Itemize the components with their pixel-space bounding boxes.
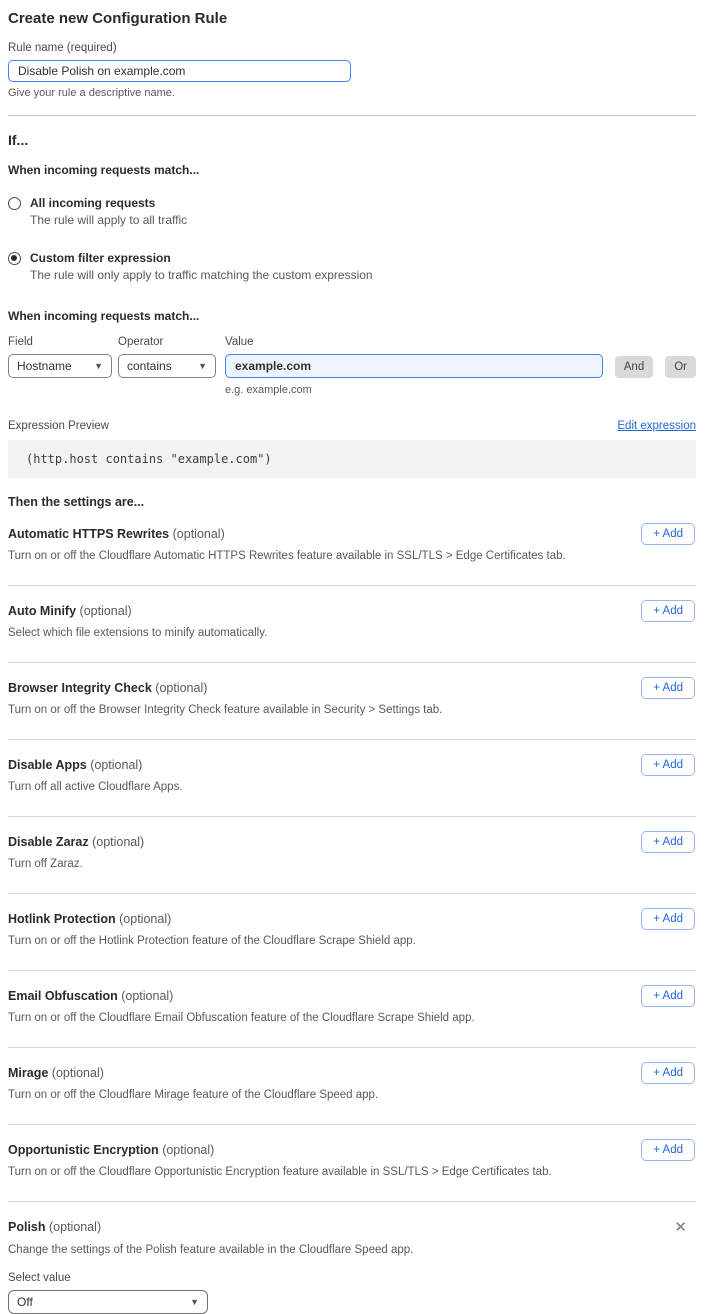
rule-name-label: Rule name (required)	[8, 42, 696, 54]
setting-section-email-obfuscation: Email Obfuscation (optional) Turn on or …	[8, 971, 696, 1048]
setting-name: Disable Zaraz	[8, 835, 89, 849]
setting-description: Select which file extensions to minify a…	[8, 627, 608, 639]
field-select-value: Hostname	[17, 359, 72, 373]
setting-description: Turn on or off the Browser Integrity Che…	[8, 704, 608, 716]
setting-section-disable-apps: Disable Apps (optional) Turn off all act…	[8, 740, 696, 817]
setting-optional-tag: (optional)	[155, 681, 207, 695]
setting-section-automatic-https-rewrites: Automatic HTTPS Rewrites (optional) Turn…	[8, 509, 696, 586]
setting-description: Turn on or off the Cloudflare Opportunis…	[8, 1166, 608, 1178]
value-label: Value	[225, 336, 603, 348]
field-label: Field	[8, 336, 112, 348]
settings-list: Automatic HTTPS Rewrites (optional) Turn…	[8, 509, 696, 1202]
setting-description: Turn on or off the Cloudflare Mirage fea…	[8, 1089, 608, 1101]
if-heading: If...	[8, 132, 696, 148]
setting-description: Turn off Zaraz.	[8, 858, 608, 870]
radio-button-icon-selected[interactable]	[8, 252, 21, 265]
add-setting-button[interactable]: + Add	[641, 600, 695, 622]
radio-label: Custom filter expression	[30, 251, 373, 265]
setting-name: Mirage	[8, 1066, 48, 1080]
radio-custom-filter-expression[interactable]: Custom filter expression The rule will o…	[8, 251, 696, 282]
operator-select-value: contains	[127, 359, 172, 373]
setting-name: Email Obfuscation	[8, 989, 118, 1003]
setting-optional-tag: (optional)	[90, 758, 142, 772]
then-settings-heading: Then the settings are...	[8, 495, 696, 509]
setting-description: Change the settings of the Polish featur…	[8, 1244, 608, 1256]
setting-section-mirage: Mirage (optional) Turn on or off the Clo…	[8, 1048, 696, 1125]
expression-preview-code: (http.host contains "example.com")	[8, 440, 696, 478]
rule-name-helper: Give your rule a descriptive name.	[8, 87, 696, 99]
setting-optional-tag: (optional)	[121, 989, 173, 1003]
setting-section-browser-integrity-check: Browser Integrity Check (optional) Turn …	[8, 663, 696, 740]
radio-label: All incoming requests	[30, 196, 187, 210]
edit-expression-link[interactable]: Edit expression	[617, 420, 696, 432]
caret-down-icon: ▼	[198, 362, 207, 371]
caret-down-icon: ▼	[94, 362, 103, 371]
setting-description: Turn on or off the Cloudflare Email Obfu…	[8, 1012, 608, 1024]
add-setting-button[interactable]: + Add	[641, 754, 695, 776]
caret-down-icon: ▼	[190, 1298, 199, 1307]
page-title: Create new Configuration Rule	[8, 10, 696, 27]
setting-name: Auto Minify	[8, 604, 76, 618]
setting-name: Hotlink Protection	[8, 912, 116, 926]
setting-optional-tag: (optional)	[52, 1066, 104, 1080]
expression-preview-label: Expression Preview	[8, 420, 109, 432]
setting-name: Opportunistic Encryption	[8, 1143, 159, 1157]
and-button[interactable]: And	[615, 356, 653, 378]
radio-all-incoming-requests[interactable]: All incoming requests The rule will appl…	[8, 196, 696, 227]
rule-name-input[interactable]	[8, 60, 351, 82]
setting-name: Polish	[8, 1220, 46, 1234]
setting-description: Turn off all active Cloudflare Apps.	[8, 781, 608, 793]
setting-optional-tag: (optional)	[92, 835, 144, 849]
add-setting-button[interactable]: + Add	[641, 831, 695, 853]
operator-select[interactable]: contains ▼	[118, 354, 216, 378]
add-setting-button[interactable]: + Add	[641, 677, 695, 699]
field-select[interactable]: Hostname ▼	[8, 354, 112, 378]
add-setting-button[interactable]: + Add	[641, 1139, 695, 1161]
setting-name: Automatic HTTPS Rewrites	[8, 527, 169, 541]
setting-optional-tag: (optional)	[162, 1143, 214, 1157]
create-configuration-rule-form: Create new Configuration Rule Rule name …	[0, 0, 705, 1314]
polish-select-value: Off	[17, 1295, 33, 1309]
setting-section-hotlink-protection: Hotlink Protection (optional) Turn on or…	[8, 894, 696, 971]
radio-button-icon[interactable]	[8, 197, 21, 210]
radio-description: The rule will only apply to traffic matc…	[30, 268, 373, 282]
select-value-label: Select value	[8, 1272, 696, 1284]
add-setting-button[interactable]: + Add	[641, 985, 695, 1007]
divider	[8, 115, 696, 116]
setting-section-auto-minify: Auto Minify (optional) Select which file…	[8, 586, 696, 663]
value-helper: e.g. example.com	[225, 384, 696, 396]
polish-value-select[interactable]: Off ▼	[8, 1290, 208, 1314]
or-button[interactable]: Or	[665, 356, 696, 378]
setting-description: Turn on or off the Hotlink Protection fe…	[8, 935, 608, 947]
setting-optional-tag: (optional)	[49, 1220, 101, 1234]
operator-label: Operator	[118, 336, 216, 348]
setting-section-polish: Polish (optional) ✕ Change the settings …	[8, 1202, 696, 1314]
setting-description: Turn on or off the Cloudflare Automatic …	[8, 550, 608, 562]
setting-name: Disable Apps	[8, 758, 87, 772]
close-icon[interactable]: ✕	[674, 1220, 687, 1235]
expression-builder: Field Hostname ▼ Operator contains ▼ Val…	[8, 336, 696, 396]
value-input[interactable]	[225, 354, 603, 378]
setting-optional-tag: (optional)	[173, 527, 225, 541]
setting-optional-tag: (optional)	[80, 604, 132, 618]
setting-optional-tag: (optional)	[119, 912, 171, 926]
radio-description: The rule will apply to all traffic	[30, 213, 187, 227]
builder-match-label: When incoming requests match...	[8, 309, 696, 323]
setting-section-disable-zaraz: Disable Zaraz (optional) Turn off Zaraz.…	[8, 817, 696, 894]
add-setting-button[interactable]: + Add	[641, 908, 695, 930]
setting-section-opportunistic-encryption: Opportunistic Encryption (optional) Turn…	[8, 1125, 696, 1202]
setting-name: Browser Integrity Check	[8, 681, 152, 695]
add-setting-button[interactable]: + Add	[641, 523, 695, 545]
add-setting-button[interactable]: + Add	[641, 1062, 695, 1084]
match-label: When incoming requests match...	[8, 163, 696, 177]
